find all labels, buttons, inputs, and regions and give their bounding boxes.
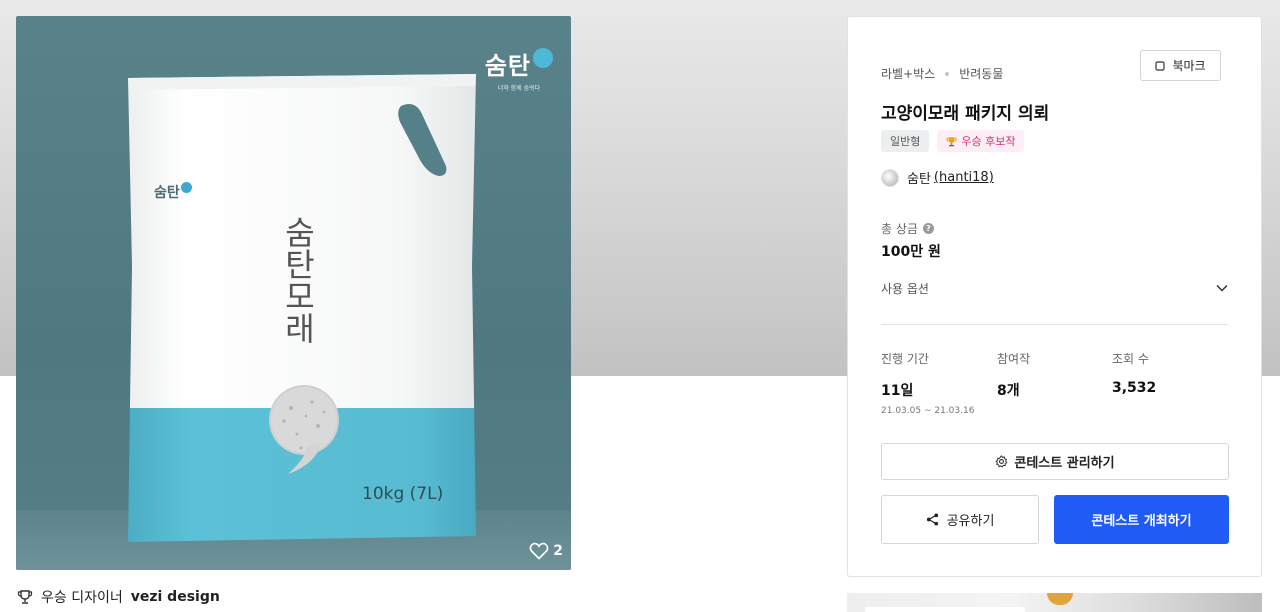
stat-duration: 진행 기간 11일 21.03.05 ~ 21.03.16 (881, 350, 974, 416)
bag-product-name: 숨탄모래 (279, 216, 317, 344)
heart-icon (529, 542, 549, 560)
manage-contest-label: 콘테스트 관리하기 (1014, 456, 1115, 471)
options-accordion[interactable]: 사용 옵션 (881, 279, 1228, 297)
bag-brand-logo: 숨탄 (154, 182, 192, 202)
like-count: 2 (553, 543, 563, 559)
share-button[interactable]: 공유하기 (881, 495, 1039, 544)
views-label: 조회 수 (1112, 352, 1149, 366)
winner-candidate-badge: 우승 후보작 (937, 130, 1025, 152)
brand-logo-corner: 숨탄 너와 함께 숨쉬다 (485, 46, 553, 92)
bag-brand-text: 숨탄 (154, 185, 180, 201)
total-prize-label: 총 상금 ? (881, 220, 934, 237)
views-value: 3,532 (1112, 380, 1157, 396)
duration-value: 11일 (881, 383, 914, 399)
brand-logo-mark (533, 48, 553, 68)
manage-contest-button[interactable]: 콘테스트 관리하기 (881, 443, 1229, 480)
share-label: 공유하기 (946, 514, 995, 529)
total-prize-value: 100만 원 (881, 244, 941, 260)
share-icon (926, 513, 938, 526)
promo-banner-peek[interactable] (847, 593, 1262, 612)
chevron-down-icon (1216, 284, 1228, 292)
participants-value: 8개 (997, 383, 1020, 399)
contest-info-card: 라벨+박스 반려동물 북마크 고양이모래 패키지 의뢰 일반형 우승 후보작 숨… (847, 16, 1262, 577)
participants-label: 참여작 (997, 352, 1031, 366)
holder-avatar (881, 168, 899, 187)
product-image[interactable]: 숨탄 너와 함께 숨쉬다 숨탄 숨탄모래 10kg (7L) 2 (16, 16, 571, 570)
winner-designer: 우승 디자이너 vezi design (17, 587, 220, 607)
contest-type-tag: 일반형 (881, 130, 930, 152)
breadcrumb-separator (945, 71, 950, 76)
duration-range: 21.03.05 ~ 21.03.16 (881, 406, 975, 416)
gear-icon (996, 455, 1008, 468)
total-prize-text: 총 상금 (881, 222, 918, 236)
contest-title: 고양이모래 패키지 의뢰 (881, 104, 1050, 124)
bookmark-label: 북마크 (1172, 59, 1206, 73)
help-icon[interactable]: ? (922, 223, 934, 234)
promo-banner-shape (1047, 593, 1073, 605)
breadcrumb-subcategory[interactable]: 반려동물 (959, 65, 1003, 82)
stat-views: 조회 수 3,532 (1112, 350, 1156, 396)
holder-handle[interactable]: (hanti18) (934, 170, 994, 185)
breadcrumb: 라벨+박스 반려동물 (881, 65, 1003, 82)
winner-label: 우승 디자이너 (41, 590, 123, 606)
breadcrumb-category[interactable]: 라벨+박스 (881, 65, 935, 82)
like-button[interactable]: 2 (529, 542, 563, 560)
brand-logo-text: 숨탄 (484, 52, 531, 80)
bookmark-icon (1155, 60, 1166, 71)
bag-logo-mark (180, 182, 192, 193)
holder-name: 숨탄 (907, 172, 931, 187)
contest-holder[interactable]: 숨탄 (hanti18) (881, 168, 994, 187)
bookmark-button[interactable]: 북마크 (1140, 50, 1221, 81)
contest-tags: 일반형 우승 후보작 (881, 130, 1025, 152)
trophy-icon (17, 590, 33, 604)
bag-weight-label: 10kg (7L) (362, 484, 444, 504)
divider (881, 324, 1228, 325)
options-label: 사용 옵션 (881, 281, 929, 296)
winner-name[interactable]: vezi design (131, 589, 220, 605)
duration-label: 진행 기간 (881, 352, 929, 366)
promo-banner-card (865, 607, 1025, 612)
trophy-small-icon (946, 136, 957, 146)
brand-tagline: 너와 함께 숨쉬다 (497, 85, 541, 92)
host-contest-button[interactable]: 콘테스트 개최하기 (1054, 495, 1229, 544)
stat-participants: 참여작 8개 (997, 350, 1030, 400)
winner-candidate-label: 우승 후보작 (961, 135, 1016, 148)
